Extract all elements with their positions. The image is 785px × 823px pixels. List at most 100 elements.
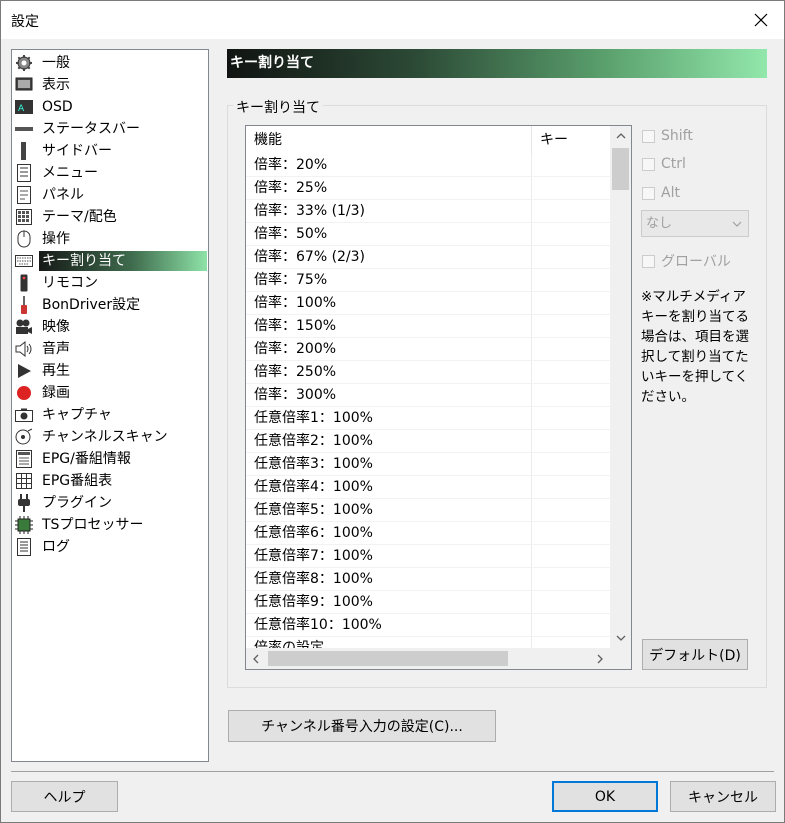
sidebar-item-operation[interactable]: 操作 xyxy=(14,228,73,250)
key-cell xyxy=(532,499,610,521)
table-row[interactable]: 倍率：50% xyxy=(246,223,610,246)
scroll-right-button[interactable] xyxy=(590,648,610,669)
function-cell: 倍率：67% (2/3) xyxy=(246,246,532,268)
default-button-label: デフォルト(D) xyxy=(649,647,741,664)
function-cell: 倍率：150% xyxy=(246,315,532,337)
ok-button[interactable]: OK xyxy=(552,781,658,812)
table-row[interactable]: 倍率：20% xyxy=(246,154,610,177)
alt-checkbox[interactable]: Alt xyxy=(642,185,680,201)
close-button[interactable] xyxy=(738,1,784,39)
settings-dialog: 設定 一般 表示 A OSD ステータスバー サイドバー メニュー パネル テー… xyxy=(0,0,785,823)
key-cell xyxy=(532,476,610,498)
table-row[interactable]: 倍率：75% xyxy=(246,269,610,292)
shift-checkbox[interactable]: Shift xyxy=(642,128,693,144)
horizontal-scrollbar[interactable] xyxy=(246,648,610,669)
mouse-icon xyxy=(14,229,34,249)
cancel-button[interactable]: キャンセル xyxy=(670,781,776,812)
sidebar-item-epg-info[interactable]: EPG/番組情報 xyxy=(14,448,134,470)
table-row[interactable]: 任意倍率10：100% xyxy=(246,614,610,637)
checkbox-box xyxy=(642,254,655,268)
sidebar-item-remote[interactable]: リモコン xyxy=(14,272,101,294)
sidebar-item-audio[interactable]: 音声 xyxy=(14,338,73,360)
key-assign-list[interactable]: 機能 キー 倍率：20% 倍率：25% 倍率：33% (1/3) 倍率：50% 倍率：6… xyxy=(245,125,632,670)
table-row[interactable]: 倍率：25% xyxy=(246,177,610,200)
sidebar-item-label: チャンネルスキャン xyxy=(42,429,168,445)
table-row[interactable]: 倍率：250% xyxy=(246,361,610,384)
table-row[interactable]: 任意倍率4：100% xyxy=(246,476,610,499)
sidebar-item-theme[interactable]: テーマ/配色 xyxy=(14,206,120,228)
key-cell xyxy=(532,246,610,268)
default-button[interactable]: デフォルト(D) xyxy=(642,639,748,670)
table-row[interactable]: 任意倍率9：100% xyxy=(246,591,610,614)
log-icon xyxy=(14,537,34,557)
sidebar-item-capture[interactable]: キャプチャ xyxy=(14,404,115,426)
key-select-dropdown[interactable]: なし xyxy=(641,210,749,237)
table-row[interactable]: 倍率：100% xyxy=(246,292,610,315)
sidebar-item-video[interactable]: 映像 xyxy=(14,316,73,338)
sidebar-item-ts-processor[interactable]: TSプロセッサー xyxy=(14,514,146,536)
scroll-left-button[interactable] xyxy=(246,648,266,669)
sidebar-item-bondriver[interactable]: BonDriver設定 xyxy=(14,294,143,316)
sidebar-item-display[interactable]: 表示 xyxy=(14,74,73,96)
sidebar-item-epg-guide[interactable]: EPG番組表 xyxy=(14,470,115,492)
sidebar-item-log[interactable]: ログ xyxy=(14,536,73,558)
sidebar-item-general[interactable]: 一般 xyxy=(14,52,73,74)
checkbox-box xyxy=(642,186,655,200)
sidebar-item-label: TSプロセッサー xyxy=(42,517,144,533)
sidebar-item-sidebar[interactable]: サイドバー xyxy=(14,140,115,162)
table-row[interactable]: 倍率：150% xyxy=(246,315,610,338)
epg-icon xyxy=(14,449,34,469)
scroll-up-button[interactable] xyxy=(610,126,631,146)
ok-button-label: OK xyxy=(594,788,616,805)
channel-input-settings-button[interactable]: チャンネル番号入力の設定(C)... xyxy=(228,710,496,742)
sidebar-item-label: 映像 xyxy=(42,319,70,335)
function-cell: 倍率：20% xyxy=(246,154,532,176)
key-cell xyxy=(532,453,610,475)
table-row[interactable]: 倍率：200% xyxy=(246,338,610,361)
sidebar-item-plugin[interactable]: プラグイン xyxy=(14,492,115,514)
table-row[interactable]: 任意倍率1：100% xyxy=(246,407,610,430)
help-button[interactable]: ヘルプ xyxy=(11,781,118,812)
sidebar-item-menu[interactable]: メニュー xyxy=(14,162,101,184)
column-header-function[interactable]: 機能 xyxy=(246,126,532,154)
scroll-down-button[interactable] xyxy=(610,628,631,648)
table-row[interactable]: 任意倍率6：100% xyxy=(246,522,610,545)
table-row[interactable]: 任意倍率3：100% xyxy=(246,453,610,476)
table-row[interactable]: 倍率：300% xyxy=(246,384,610,407)
sidebar-item-recording[interactable]: 録画 xyxy=(14,382,73,404)
key-cell xyxy=(532,384,610,406)
sidebar-item-label: 一般 xyxy=(42,55,70,71)
sidebar-item-key-assign[interactable]: キー割り当て xyxy=(14,250,207,272)
table-row[interactable]: 任意倍率8：100% xyxy=(246,568,610,591)
vertical-scrollbar[interactable] xyxy=(610,126,631,648)
key-cell xyxy=(532,407,610,429)
sidebar-item-statusbar[interactable]: ステータスバー xyxy=(14,118,143,140)
sidebar-item-label: ステータスバー xyxy=(42,121,140,137)
camera-icon xyxy=(14,317,34,337)
table-row[interactable]: 倍率：67% (2/3) xyxy=(246,246,610,269)
sidebar-item-label: EPG番組表 xyxy=(42,473,113,489)
vertical-scroll-thumb[interactable] xyxy=(612,148,629,190)
function-cell: 任意倍率4：100% xyxy=(246,476,532,498)
sidebar-item-playback[interactable]: 再生 xyxy=(14,360,73,382)
settings-category-tree[interactable]: 一般 表示 A OSD ステータスバー サイドバー メニュー パネル テーマ/配 xyxy=(11,49,209,762)
chip-icon xyxy=(14,515,34,535)
table-row[interactable]: 任意倍率2：100% xyxy=(246,430,610,453)
function-cell: 任意倍率8：100% xyxy=(246,568,532,590)
table-row[interactable]: 倍率：33% (1/3) xyxy=(246,200,610,223)
function-cell: 倍率：50% xyxy=(246,223,532,245)
table-row[interactable]: 任意倍率5：100% xyxy=(246,499,610,522)
horizontal-scroll-thumb[interactable] xyxy=(268,651,508,666)
function-cell: 倍率：25% xyxy=(246,177,532,199)
global-checkbox[interactable]: グローバル xyxy=(642,251,731,271)
sidebar-item-channel-scan[interactable]: チャンネルスキャン xyxy=(14,426,171,448)
function-cell: 倍率：250% xyxy=(246,361,532,383)
sidebar-item-panel[interactable]: パネル xyxy=(14,184,87,206)
key-cell xyxy=(532,430,610,452)
column-header-key[interactable]: キー xyxy=(532,126,610,154)
svg-text:A: A xyxy=(18,104,25,114)
table-row[interactable]: 任意倍率7：100% xyxy=(246,545,610,568)
ctrl-checkbox[interactable]: Ctrl xyxy=(642,156,686,172)
sidebar-item-label: OSD xyxy=(42,99,73,115)
sidebar-item-osd[interactable]: A OSD xyxy=(14,96,76,118)
